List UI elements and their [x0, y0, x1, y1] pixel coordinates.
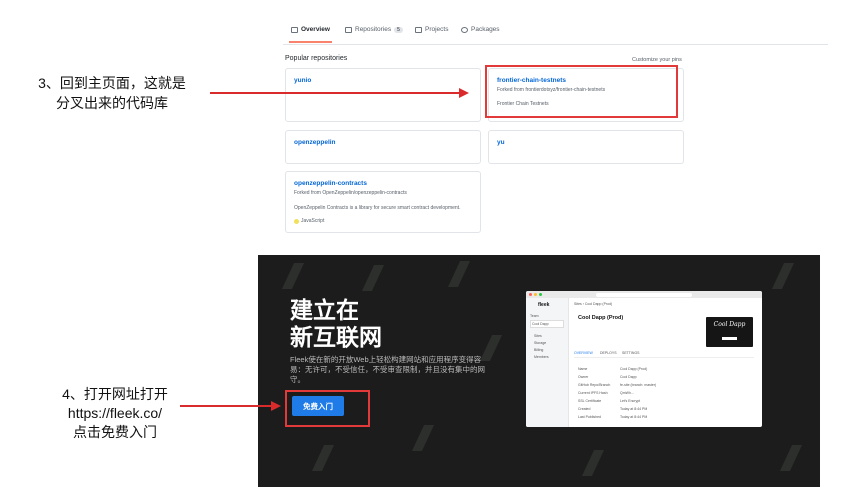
step4-arrow-line — [180, 405, 272, 407]
bolt-decoration — [581, 450, 605, 476]
fleek-logo: fleek — [538, 302, 550, 308]
step3-annotation: 3、回到主页面，这就是 分叉出来的代码库 — [38, 75, 186, 111]
repo-count-badge: 5 — [394, 26, 403, 33]
bolt-decoration — [281, 263, 305, 289]
package-icon — [461, 26, 468, 33]
step3-arrow-head — [459, 88, 469, 98]
hero-description: Fleek使在新的开放Web上轻松构建网站和应用程序变得容易：无许可，不受信任，… — [290, 355, 485, 384]
repo-card-yu[interactable]: yu — [488, 130, 684, 164]
profile-tabs: Overview Repositories 5 Projects Package… — [283, 22, 828, 45]
breadcrumb: Sites › Cool Dapp (Prod) — [574, 302, 613, 306]
site-title: Cool Dapp (Prod) — [578, 315, 624, 321]
repo-card-yunio[interactable]: yunio — [285, 68, 481, 122]
customize-pins-link[interactable]: Customize your pins — [632, 57, 682, 63]
nav-storage[interactable]: Storage — [534, 341, 546, 345]
tab-packages[interactable]: Packages — [461, 26, 500, 33]
app-preview-window: fleek Team Cool Dapp Sites Storage Billi… — [526, 291, 762, 427]
tab-deploys[interactable]: DEPLOYS — [600, 351, 617, 355]
repo-description: OpenZeppelin Contracts is a library for … — [294, 205, 461, 211]
repo-link[interactable]: yunio — [294, 77, 311, 84]
forked-from: Forked from OpenZeppelin/openzeppelin-co… — [294, 190, 407, 196]
team-select[interactable]: Cool Dapp — [530, 320, 564, 328]
bolt-decoration — [411, 425, 435, 451]
tab-settings[interactable]: SETTINGS — [622, 351, 640, 355]
nav-billing[interactable]: Billing — [534, 348, 543, 352]
bolt-decoration — [361, 265, 385, 291]
bolt-decoration — [311, 445, 335, 471]
nav-members[interactable]: Members — [534, 355, 549, 359]
hero-headline: 建立在 新互联网 — [290, 297, 382, 350]
step4-annotation: 4、打开网址打开 https://fleek.co/ 点击免费入门 — [62, 386, 168, 440]
app-sidebar: fleek Team Cool Dapp Sites Storage Billi… — [526, 298, 569, 427]
project-icon — [415, 26, 422, 33]
repo-icon — [345, 26, 352, 33]
browser-title-bar — [526, 291, 762, 298]
fleek-hero-banner: 建立在 新互联网 Fleek使在新的开放Web上轻松构建网站和应用程序变得容易：… — [258, 255, 820, 487]
book-icon — [291, 26, 298, 33]
bolt-decoration — [771, 263, 795, 289]
tab-overview[interactable]: OVERVIEW — [574, 351, 593, 355]
address-bar — [596, 292, 692, 297]
step4-arrow-head — [271, 401, 281, 411]
step3-arrow-line — [210, 92, 460, 94]
tab-projects[interactable]: Projects — [415, 26, 448, 33]
repo-card-openzeppelin-contracts[interactable]: openzeppelin-contracts Forked from OpenZ… — [285, 171, 481, 233]
language-color-dot — [294, 218, 299, 224]
minimize-dot-icon — [534, 293, 537, 296]
tab-repositories[interactable]: Repositories 5 — [345, 26, 403, 33]
repo-card-openzeppelin[interactable]: openzeppelin — [285, 130, 481, 164]
close-dot-icon — [529, 293, 532, 296]
popular-repos-title: Popular repositories — [285, 55, 348, 62]
tab-overview[interactable]: Overview — [289, 26, 332, 43]
bolt-decoration — [447, 261, 471, 287]
repo-language: JavaScript — [294, 218, 324, 224]
highlight-box-forked-repo — [485, 65, 678, 118]
nav-sites[interactable]: Sites — [534, 334, 542, 338]
site-thumbnail: Cool Dapp — [706, 317, 753, 347]
repo-link[interactable]: yu — [497, 139, 505, 146]
maximize-dot-icon — [539, 293, 542, 296]
repo-link[interactable]: openzeppelin — [294, 139, 336, 146]
highlight-box-cta — [285, 390, 370, 427]
bolt-decoration — [779, 445, 803, 471]
repo-link[interactable]: openzeppelin-contracts — [294, 180, 367, 187]
